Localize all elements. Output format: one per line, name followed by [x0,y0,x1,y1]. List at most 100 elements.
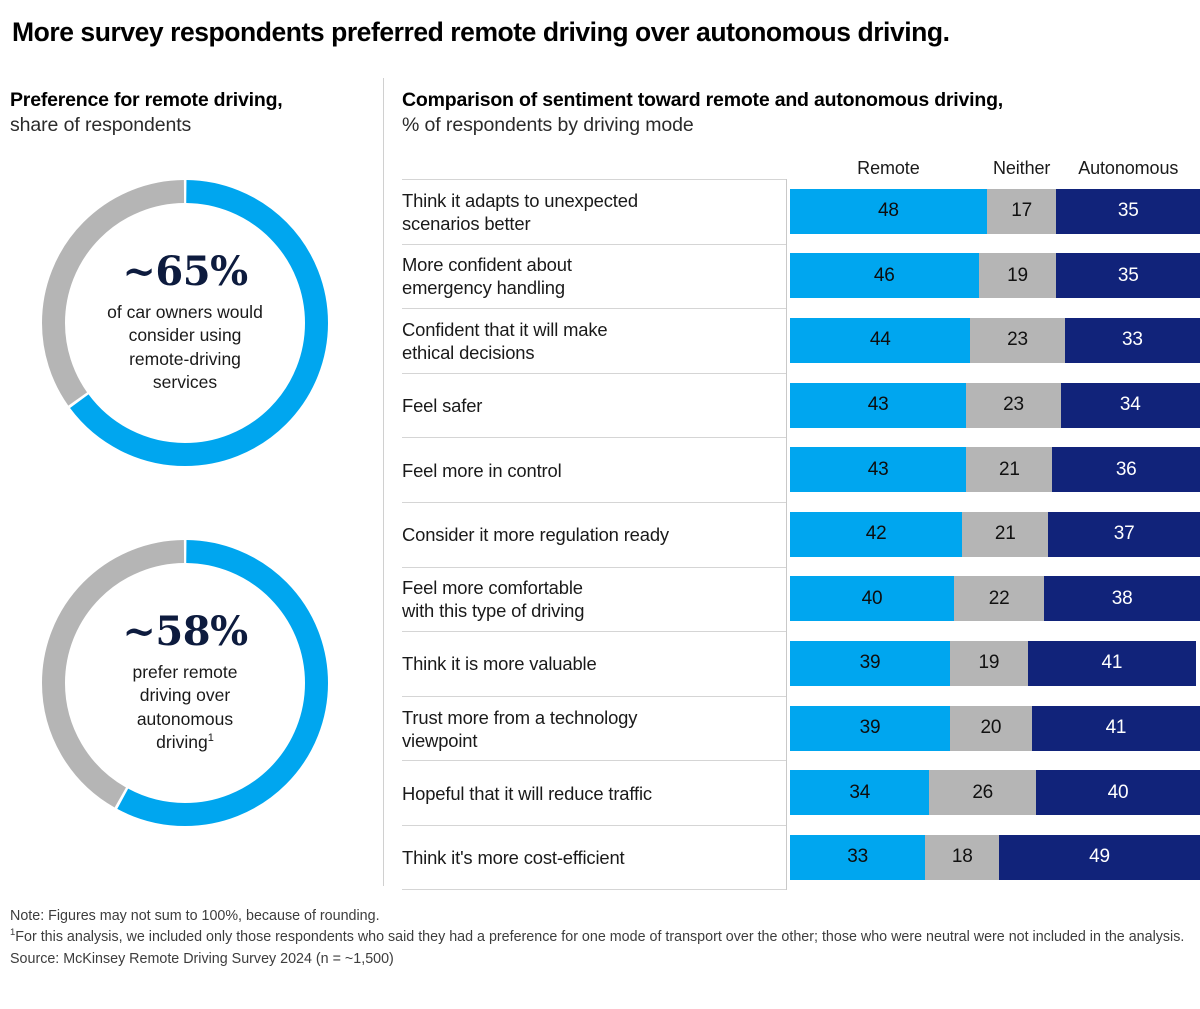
row-label: Confident that it will make ethical decis… [402,318,608,364]
stacked-bar: 48 17 35 [790,188,1200,234]
bar-segment-neither: 26 [929,770,1036,816]
stacked-bar: 39 20 41 [790,705,1200,751]
bar-value-label: 48 [878,200,899,222]
row-label: Think it's more cost-efficient [402,846,625,869]
bar-value-label: 23 [1003,394,1024,416]
bar-value-label: 33 [1121,329,1143,351]
footnote-note: Note: Figures may not sum to 100%, becau… [10,908,380,924]
bar-segment-remote: 42 [790,511,963,557]
row-label-cell: Trust more from a technology viewpoint [402,695,786,761]
bar-segment-remote: 48 [790,188,987,234]
bar-value-label: 46 [873,264,895,286]
right-panel-title-bold: Comparison of sentiment toward remote an… [402,89,1004,111]
bar-segment-neither: 23 [970,317,1065,363]
stacked-bar: 39 19 41 [790,640,1200,686]
row-label-cell: Feel more in control [402,437,786,502]
row-bar-cell: 39 19 41 [786,631,1200,696]
left-panel-title: Preference for remote driving, share of … [10,88,370,138]
bar-segment-neither: 19 [978,253,1057,299]
bar-value-label: 44 [869,329,891,351]
row-label-line: viewpoint [402,729,478,751]
donut-chart-remote-driving-consideration: ~65% of car owners would consider using rem… [42,180,328,466]
bar-value-label: 20 [980,717,1002,739]
bar-segment-autonomous: 37 [1048,511,1200,557]
bar-segment-neither: 17 [986,188,1057,234]
bar-segment-autonomous: 34 [1060,382,1200,428]
chart-page: More survey respondents preferred remote… [0,0,1200,1009]
stacked-bar: 43 23 34 [790,382,1200,428]
footnote-1: 1For this analysis, we included only tho… [10,927,1190,947]
row-label-cell: Think it's more cost-efficient [402,824,786,890]
table-row: Think it is more valuable 39 19 41 [402,631,1200,696]
table-row: Trust more from a technology viewpoint 39 2… [402,695,1200,761]
table-row: Think it adapts to unexpected scenarios b… [402,179,1200,244]
row-label-line: Think it adapts to unexpected [402,189,638,211]
bar-value-label: 42 [865,523,887,545]
column-header-neither: Neither [992,158,1051,178]
bar-segment-autonomous: 41 [1031,705,1200,751]
donut-ring [42,540,328,826]
stacked-bar: 34 26 40 [790,770,1200,816]
bar-value-label: 33 [847,846,869,868]
bar-value-label: 37 [1113,523,1135,545]
footnote-1-text: For this analysis, we included only thos… [15,929,1185,946]
row-label-cell: Feel safer [402,372,786,438]
row-label-cell: Think it adapts to unexpected scenarios b… [402,179,786,244]
row-label: Feel more comfortable with this type of d… [402,576,584,622]
row-label-cell: Hopeful that it will reduce traffic [402,760,786,825]
stacked-bar: 33 18 49 [790,834,1200,880]
bar-segment-remote: 39 [790,705,950,751]
bar-segment-neither: 22 [954,576,1045,622]
row-label-cell: Consider it more regulation ready [402,501,786,567]
bar-segment-neither: 21 [966,447,1053,493]
bar-value-label: 49 [1089,846,1110,868]
row-label-cell: Think it is more valuable [402,631,786,696]
bar-segment-remote: 40 [790,576,954,622]
bar-value-label: 35 [1117,200,1139,222]
row-bar-cell: 44 23 33 [786,308,1200,373]
bar-segment-remote: 44 [790,317,971,363]
table-row: Think it's more cost-efficient 33 18 49 [402,824,1200,890]
bar-value-label: 19 [978,652,1000,674]
bar-segment-remote: 39 [790,640,950,686]
bar-value-label: 39 [859,652,881,674]
bar-value-label: 40 [1107,781,1129,803]
table-row: Consider it more regulation ready 42 21 37 [402,501,1200,567]
row-label-line: Think it's more cost-efficient [402,846,625,868]
bar-value-label: 40 [861,587,883,609]
row-label: Trust more from a technology viewpoint [402,706,637,752]
bar-segment-autonomous: 35 [1056,188,1200,234]
row-label-line: Feel more in control [402,459,562,481]
row-bar-cell: 39 20 41 [786,695,1200,761]
row-label-line: Feel safer [402,395,483,417]
right-panel-title: Comparison of sentiment toward remote an… [402,88,1192,138]
column-header-autonomous: Autonomous [1078,158,1179,178]
table-row: More confident about emergency handling 46… [402,243,1200,309]
bar-value-label: 39 [859,717,881,739]
panel-divider [383,78,384,886]
stacked-bar: 42 21 37 [790,511,1200,557]
row-label-line: scenarios better [402,212,531,234]
column-header-remote: Remote [857,158,920,178]
row-label-line: Feel more comfortable [402,577,583,599]
row-label-line: with this type of driving [402,600,585,622]
row-label-line: More confident about [402,254,572,276]
bar-segment-neither: 21 [962,511,1049,557]
bar-rows: Think it adapts to unexpected scenarios b… [402,179,1200,890]
row-bar-cell: 33 18 49 [786,824,1200,890]
bar-value-label: 18 [951,846,973,868]
bar-segment-neither: 20 [949,705,1032,751]
left-panel-title-sub: share of respondents [10,113,192,136]
bar-value-label: 43 [867,458,889,480]
bar-segment-remote: 33 [790,834,926,880]
bar-segment-autonomous: 41 [1027,640,1196,686]
bar-segment-remote: 43 [790,382,967,428]
donut-chart-prefer-remote-over-autonomous: ~58% prefer remote driving over autonomous d… [42,540,328,826]
bar-value-label: 21 [994,523,1016,545]
row-label-cell: Confident that it will make ethical decis… [402,308,786,373]
row-label-cell: More confident about emergency handling [402,243,786,309]
bar-segment-neither: 23 [966,382,1061,428]
bar-value-label: 22 [988,587,1010,609]
bar-segment-remote: 46 [790,253,979,299]
bar-segment-autonomous: 49 [999,834,1200,880]
